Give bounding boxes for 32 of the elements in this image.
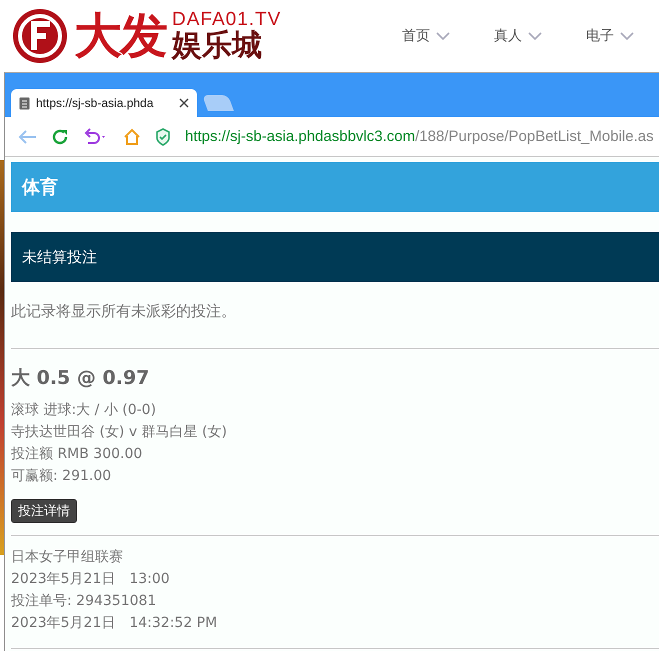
bet-to-win: 可赢额: 291.00 xyxy=(11,467,112,486)
logo-subtitle: 娱乐城 xyxy=(172,29,263,62)
browser-tab[interactable]: https://sj-sb-asia.phda xyxy=(11,89,197,117)
bet-title: 大 0.5 @ 0.97 xyxy=(11,366,150,391)
chevron-down-icon xyxy=(436,32,450,40)
browser-tab[interactable] xyxy=(202,95,234,111)
logo-icon xyxy=(12,8,68,64)
address-bar[interactable]: https://sj-sb-asia.phdasbbvlc3.com/188/Purpose/PopBetList_Mobile.as xyxy=(185,128,654,145)
logo-text: 大发 xyxy=(74,12,166,60)
description-text: 此记录将显示所有未派彩的投注。 xyxy=(11,302,659,349)
bet-match: 寺扶达世田谷 (女) v 群马白星 (女) xyxy=(11,423,228,442)
nav-item[interactable]: 真人 xyxy=(494,27,542,45)
nav-item[interactable]: 电子 xyxy=(586,27,634,45)
bet-market: 滚球 进球:大 / 小 (0-0) xyxy=(11,401,158,420)
subsection-header: 未结算投注 xyxy=(11,232,659,282)
refresh-icon[interactable] xyxy=(51,128,69,146)
page-icon xyxy=(19,96,30,110)
section-header: 体育 xyxy=(11,162,659,212)
nav-item[interactable]: 首页 xyxy=(402,27,450,45)
chevron-down-icon xyxy=(620,32,634,40)
placed-time: 2023年5月21日 14:32:52 PM xyxy=(11,614,218,633)
league-name: 日本女子甲组联赛 xyxy=(11,548,124,567)
match-time: 2023年5月21日 13:00 xyxy=(11,570,171,589)
home-icon[interactable] xyxy=(123,128,141,146)
chevron-down-icon xyxy=(528,32,542,40)
logo-domain: DAFA01.TV xyxy=(172,10,282,29)
bet-stake: 投注额 RMB 300.00 xyxy=(11,445,144,464)
bet-id: 投注单号: 294351081 xyxy=(11,592,158,611)
close-icon[interactable] xyxy=(179,98,189,108)
shield-icon xyxy=(155,128,171,146)
bet-details-button[interactable]: 投注详情 xyxy=(11,499,77,523)
back-icon[interactable] xyxy=(17,128,37,144)
